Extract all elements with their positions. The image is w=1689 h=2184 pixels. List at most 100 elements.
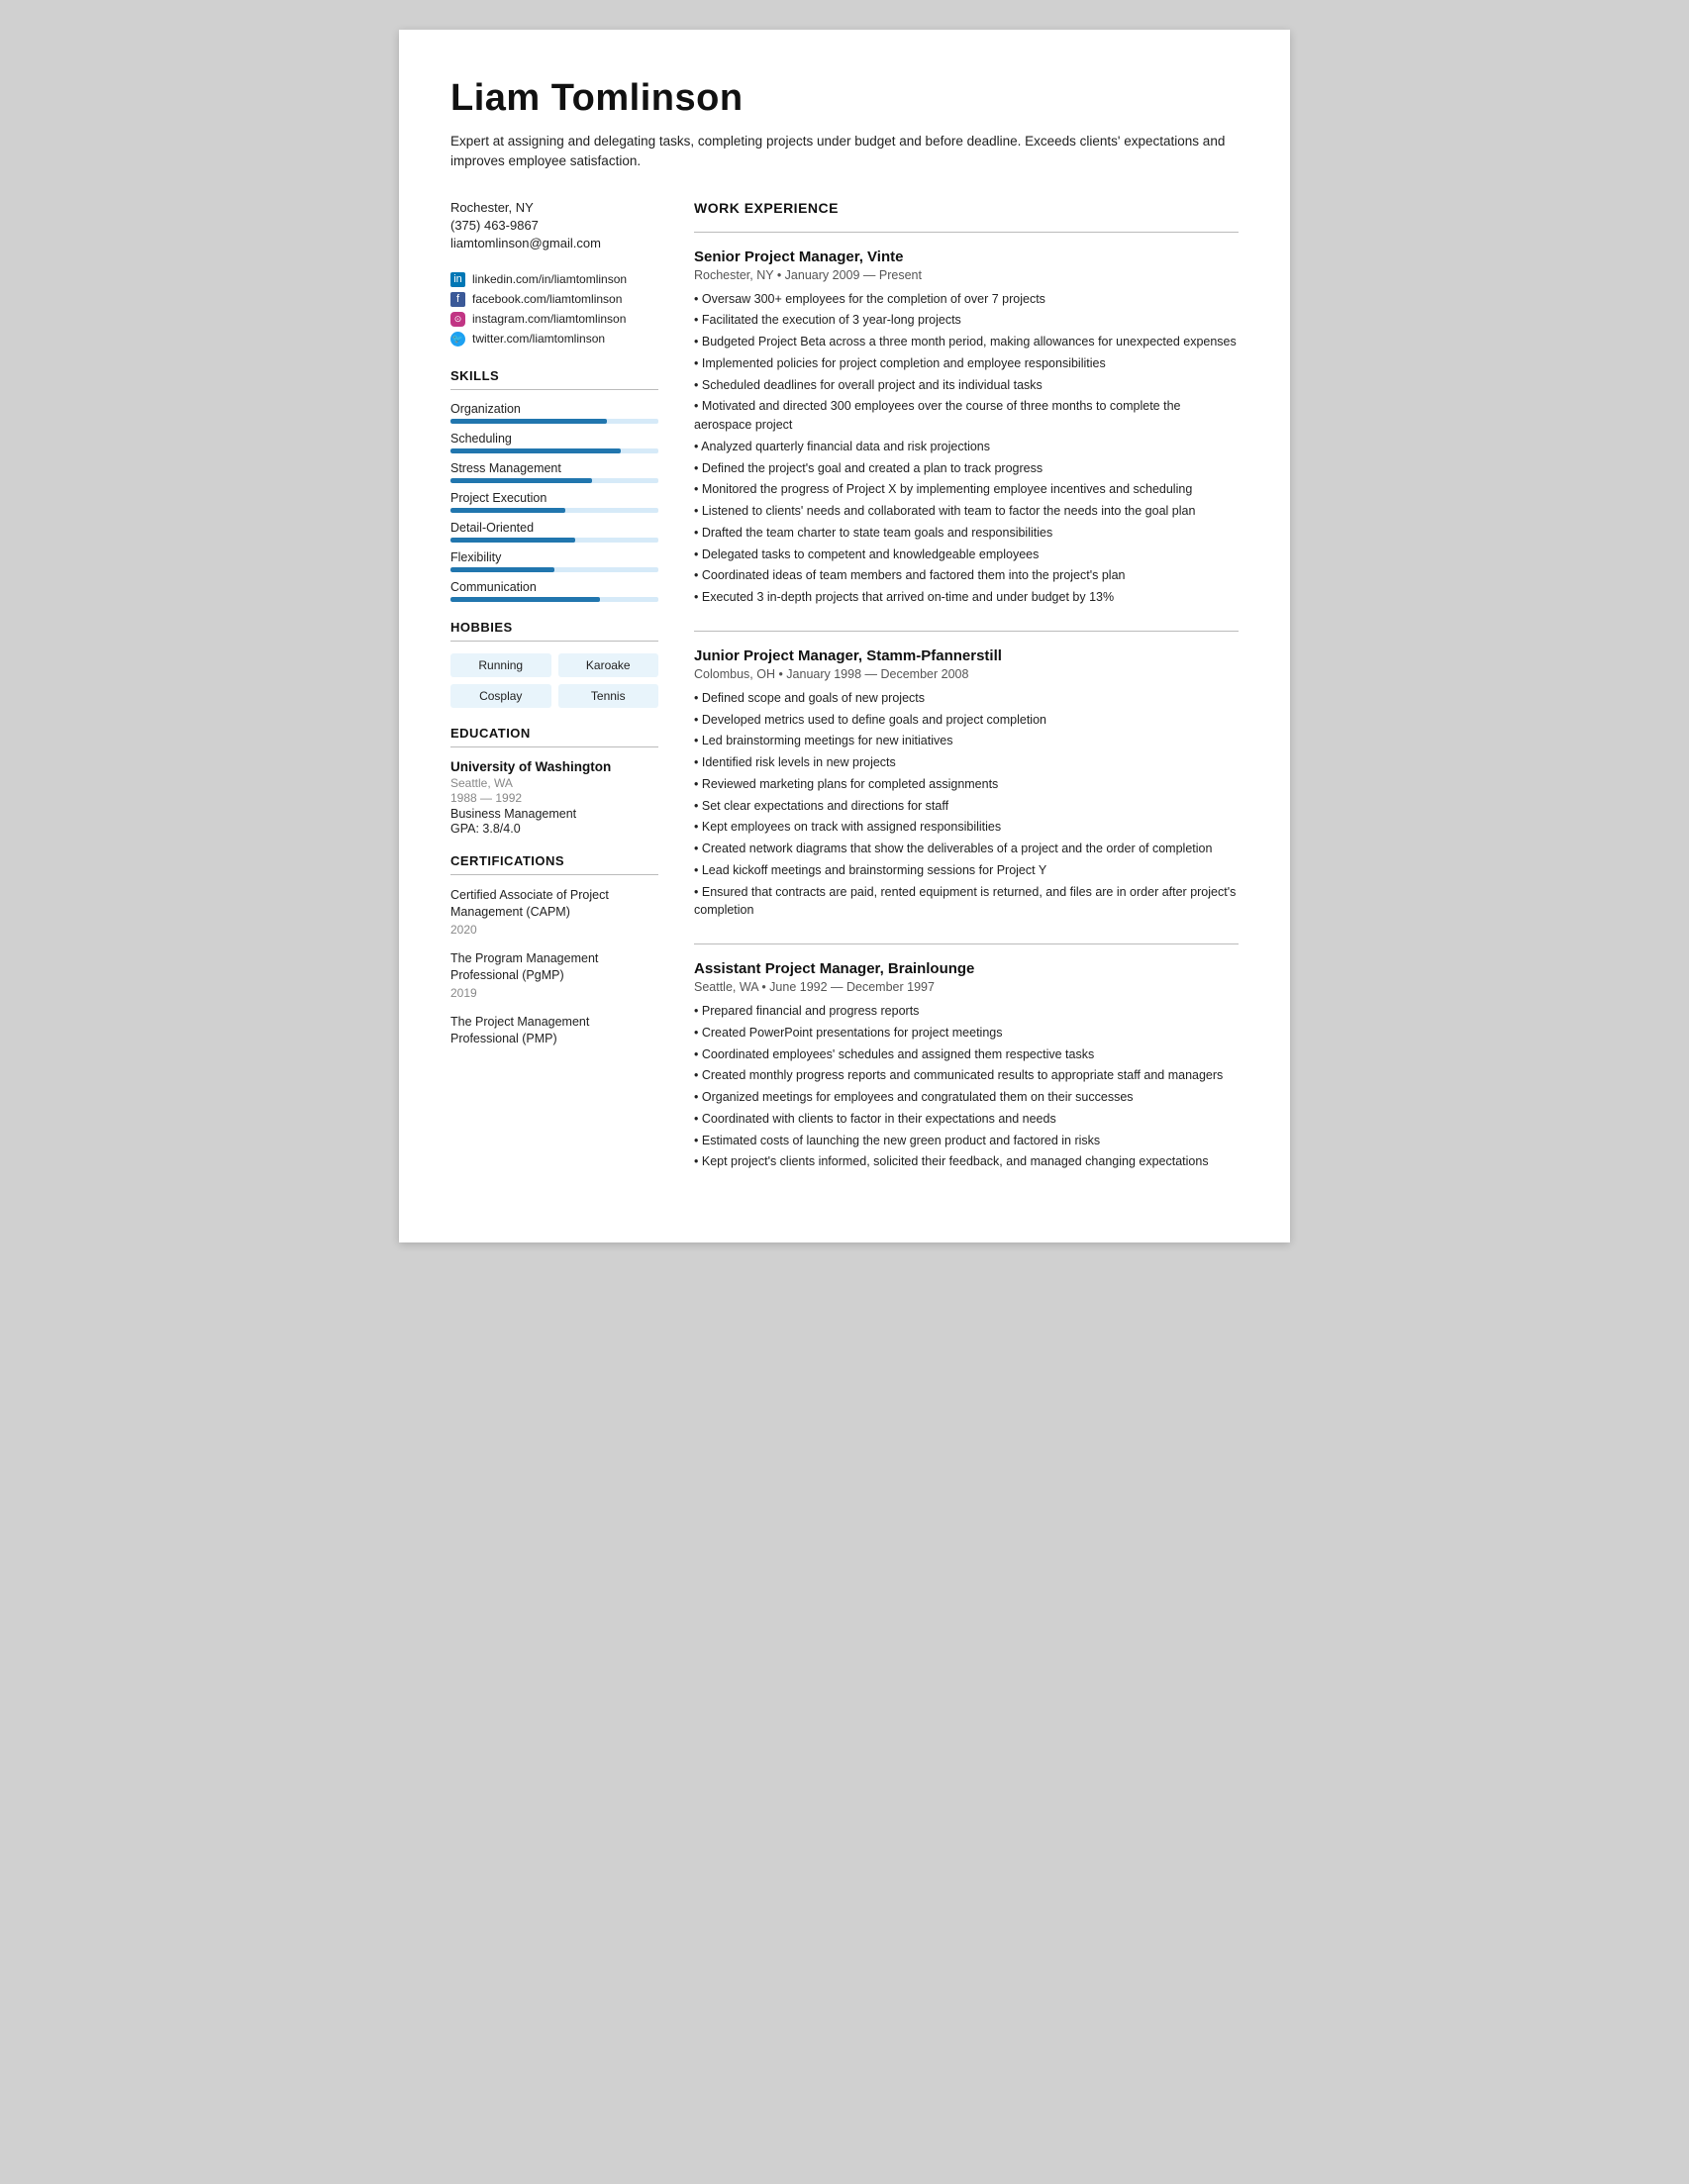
- certifications-list: Certified Associate of Project Managemen…: [450, 887, 658, 1048]
- social-linkedin[interactable]: in linkedin.com/in/liamtomlinson: [450, 272, 658, 287]
- job-bullet: Analyzed quarterly financial data and ri…: [694, 438, 1239, 456]
- skill-item: Communication: [450, 580, 658, 602]
- skill-bar-bg: [450, 448, 658, 453]
- skill-bar-bg: [450, 478, 658, 483]
- job-bullet: Estimated costs of launching the new gre…: [694, 1132, 1239, 1150]
- certifications-section: CERTIFICATIONS Certified Associate of Pr…: [450, 853, 658, 1048]
- skill-bar-bg: [450, 567, 658, 572]
- job-bullet: Created PowerPoint presentations for pro…: [694, 1024, 1239, 1042]
- skill-item: Organization: [450, 402, 658, 424]
- work-experience-title: WORK EXPERIENCE: [694, 200, 1239, 216]
- job-block: Assistant Project Manager, Brainlounge S…: [694, 960, 1239, 1171]
- job-bullet: Budgeted Project Beta across a three mon…: [694, 333, 1239, 351]
- hobby-tag: Running: [450, 653, 551, 677]
- job-bullet: Oversaw 300+ employees for the completio…: [694, 290, 1239, 309]
- skill-name: Scheduling: [450, 432, 658, 446]
- job-bullet: Developed metrics used to define goals a…: [694, 711, 1239, 730]
- skills-divider: [450, 389, 658, 390]
- contact-phone: (375) 463-9867: [450, 218, 658, 233]
- twitter-icon: 🐦: [450, 332, 465, 347]
- job-bullet: Ensured that contracts are paid, rented …: [694, 883, 1239, 921]
- skill-item: Stress Management: [450, 461, 658, 483]
- job-meta: Rochester, NY • January 2009 — Present: [694, 268, 1239, 282]
- job-bullet: Defined scope and goals of new projects: [694, 689, 1239, 708]
- job-bullet: Implemented policies for project complet…: [694, 354, 1239, 373]
- job-bullet: Coordinated with clients to factor in th…: [694, 1110, 1239, 1129]
- instagram-icon: ⊙: [450, 312, 465, 327]
- job-bullet: Created network diagrams that show the d…: [694, 840, 1239, 858]
- skill-bar-bg: [450, 538, 658, 543]
- instagram-label: instagram.com/liamtomlinson: [472, 312, 626, 326]
- education-section: EDUCATION University of Washington Seatt…: [450, 726, 658, 836]
- skills-list: Organization Scheduling Stress Managemen…: [450, 402, 658, 602]
- linkedin-label: linkedin.com/in/liamtomlinson: [472, 272, 627, 286]
- skill-item: Scheduling: [450, 432, 658, 453]
- cert-name: The Project Management Professional (PMP…: [450, 1014, 658, 1048]
- job-bullet: Reviewed marketing plans for completed a…: [694, 775, 1239, 794]
- job-bullet: Scheduled deadlines for overall project …: [694, 376, 1239, 395]
- skill-name: Communication: [450, 580, 658, 594]
- job-bullets: Prepared financial and progress reports C…: [694, 1002, 1239, 1171]
- contact-email: liamtomlinson@gmail.com: [450, 236, 658, 250]
- skill-bar-fill: [450, 597, 600, 602]
- social-instagram[interactable]: ⊙ instagram.com/liamtomlinson: [450, 312, 658, 327]
- job-block: Junior Project Manager, Stamm-Pfannersti…: [694, 647, 1239, 920]
- job-bullet: Prepared financial and progress reports: [694, 1002, 1239, 1021]
- hobby-tag: Karoake: [558, 653, 659, 677]
- job-title: Senior Project Manager, Vinte: [694, 248, 1239, 265]
- hobbies-title: HOBBIES: [450, 620, 658, 635]
- certifications-title: CERTIFICATIONS: [450, 853, 658, 868]
- job-bullet: Coordinated ideas of team members and fa…: [694, 566, 1239, 585]
- cert-name: The Program Management Professional (PgM…: [450, 950, 658, 985]
- job-bullet: Kept project's clients informed, solicit…: [694, 1152, 1239, 1171]
- job-bullet: Drafted the team charter to state team g…: [694, 524, 1239, 543]
- education-divider: [450, 746, 658, 747]
- job-bullet: Delegated tasks to competent and knowled…: [694, 546, 1239, 564]
- job-bullet: Monitored the progress of Project X by i…: [694, 480, 1239, 499]
- cert-year: 2020: [450, 923, 658, 937]
- job-meta: Seattle, WA • June 1992 — December 1997: [694, 980, 1239, 994]
- education-title: EDUCATION: [450, 726, 658, 741]
- cert-item: The Project Management Professional (PMP…: [450, 1014, 658, 1048]
- job-bullet: Identified risk levels in new projects: [694, 753, 1239, 772]
- skill-item: Project Execution: [450, 491, 658, 513]
- facebook-label: facebook.com/liamtomlinson: [472, 292, 622, 306]
- social-block: in linkedin.com/in/liamtomlinson f faceb…: [450, 272, 658, 347]
- contact-location: Rochester, NY: [450, 200, 658, 215]
- cert-name: Certified Associate of Project Managemen…: [450, 887, 658, 922]
- skill-name: Organization: [450, 402, 658, 416]
- skill-bar-bg: [450, 508, 658, 513]
- edu-years: 1988 — 1992: [450, 791, 658, 805]
- job-block: Senior Project Manager, Vinte Rochester,…: [694, 248, 1239, 607]
- hobby-tag: Cosplay: [450, 684, 551, 708]
- skill-bar-fill: [450, 419, 607, 424]
- right-column: WORK EXPERIENCE Senior Project Manager, …: [694, 200, 1239, 1196]
- social-twitter[interactable]: 🐦 twitter.com/liamtomlinson: [450, 332, 658, 347]
- job-bullet: Coordinated employees' schedules and ass…: [694, 1045, 1239, 1064]
- skill-bar-bg: [450, 597, 658, 602]
- hobbies-section: HOBBIES RunningKaroakeCosplayTennis: [450, 620, 658, 708]
- job-bullet: Facilitated the execution of 3 year-long…: [694, 311, 1239, 330]
- candidate-name: Liam Tomlinson: [450, 77, 1239, 120]
- skill-bar-fill: [450, 567, 554, 572]
- edu-location: Seattle, WA: [450, 776, 658, 790]
- social-facebook[interactable]: f facebook.com/liamtomlinson: [450, 292, 658, 307]
- job-bullet: Organized meetings for employees and con…: [694, 1088, 1239, 1107]
- cert-item: Certified Associate of Project Managemen…: [450, 887, 658, 937]
- job-bullet: Created monthly progress reports and com…: [694, 1066, 1239, 1085]
- hobbies-divider: [450, 641, 658, 642]
- job-bullet: Executed 3 in-depth projects that arrive…: [694, 588, 1239, 607]
- work-divider-top: [694, 232, 1239, 233]
- skill-item: Flexibility: [450, 550, 658, 572]
- education-item: University of Washington Seattle, WA 198…: [450, 759, 658, 836]
- skill-name: Flexibility: [450, 550, 658, 564]
- job-bullet: Listened to clients' needs and collabora…: [694, 502, 1239, 521]
- skill-name: Detail-Oriented: [450, 521, 658, 535]
- job-bullets: Oversaw 300+ employees for the completio…: [694, 290, 1239, 607]
- work-divider: [694, 943, 1239, 944]
- skill-bar-fill: [450, 478, 592, 483]
- twitter-label: twitter.com/liamtomlinson: [472, 332, 605, 346]
- certifications-divider: [450, 874, 658, 875]
- skill-name: Project Execution: [450, 491, 658, 505]
- skill-bar-fill: [450, 538, 575, 543]
